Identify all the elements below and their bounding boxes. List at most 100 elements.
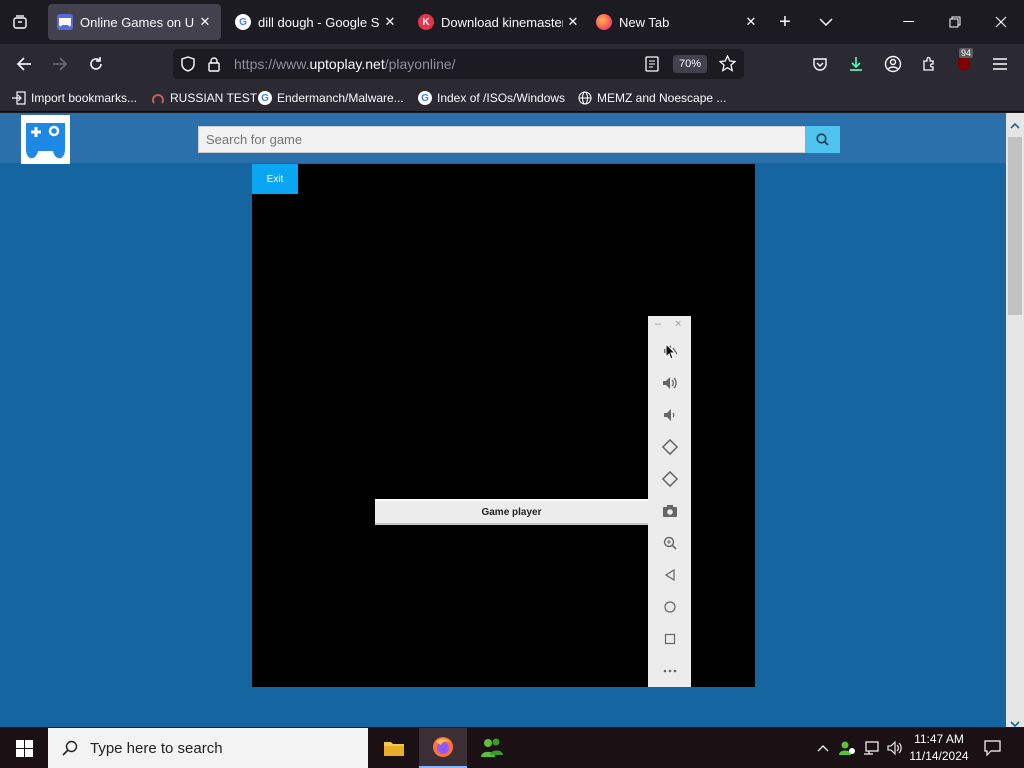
close-window-button[interactable] <box>978 0 1024 44</box>
downloads-icon[interactable] <box>842 50 870 78</box>
tab-title: Download kinemaster <box>441 14 563 30</box>
scroll-up-icon[interactable] <box>1010 116 1020 134</box>
volume-icon[interactable] <box>884 728 906 768</box>
bookmark-endermanch[interactable]: G Endermanch/Malware... <box>258 90 404 106</box>
url-path: /playonline/ <box>384 56 456 72</box>
tab-strip: Online Games on Uptop ✕ G dill dough - G… <box>0 0 1024 44</box>
navigation-toolbar: https://www.uptoplay.net/playonline/ 70%… <box>0 44 1024 84</box>
game-player-frame[interactable]: Exit Game player – × <box>252 164 755 687</box>
taskbar-search-box[interactable]: Type here to search <box>48 728 368 768</box>
bookmarks-toolbar: Import bookmarks... RUSSIAN TEST G Ender… <box>0 84 1024 112</box>
lock-icon[interactable] <box>207 56 221 77</box>
menu-icon[interactable] <box>986 50 1014 78</box>
kinemaster-icon: K <box>418 14 434 30</box>
search-icon <box>62 740 78 756</box>
tab-new-tab[interactable]: New Tab ✕ <box>587 4 767 40</box>
panel-close-button[interactable]: × <box>675 318 681 330</box>
google-icon: G <box>258 91 272 105</box>
bookmark-label: RUSSIAN TEST <box>170 91 258 105</box>
people-tray-icon[interactable] <box>836 728 858 768</box>
bookmark-label: MEMZ and Noescape ... <box>597 91 727 105</box>
close-tab-icon[interactable]: ✕ <box>741 14 761 30</box>
list-tabs-icon[interactable] <box>805 0 847 44</box>
uptoplay-icon <box>57 14 73 30</box>
new-tab-button[interactable]: + <box>764 0 806 44</box>
file-explorer-icon[interactable] <box>370 728 418 768</box>
url-prefix: https://www. <box>234 56 310 72</box>
notifications-icon[interactable] <box>978 728 1006 768</box>
volume-up-icon[interactable] <box>659 372 681 394</box>
network-icon[interactable] <box>860 728 882 768</box>
tab-title: Online Games on Uptop <box>80 14 195 30</box>
windows-taskbar: Type here to search 11:47 AM 11/14/2024 <box>0 728 1024 768</box>
bookmark-import[interactable]: Import bookmarks... <box>12 90 137 106</box>
import-icon <box>12 91 26 105</box>
close-tab-icon[interactable]: ✕ <box>195 14 215 30</box>
page-scrollbar[interactable] <box>1006 113 1024 728</box>
zoom-level-button[interactable]: 70% <box>673 55 707 73</box>
home-icon[interactable] <box>659 596 681 618</box>
bookmark-index-isos[interactable]: G Index of /ISOs/Windows <box>418 90 565 106</box>
close-tab-icon[interactable]: ✕ <box>380 14 400 30</box>
extension-badge: 94 <box>959 48 974 58</box>
bookmark-russian-test[interactable]: RUSSIAN TEST <box>151 90 257 106</box>
tab-kinemaster[interactable]: K Download kinemaster ✕ <box>409 4 589 40</box>
bookmark-star-icon[interactable] <box>718 54 737 77</box>
windows-logo-icon <box>15 739 33 757</box>
site-logo[interactable] <box>21 115 70 164</box>
rotate-left-icon[interactable] <box>659 436 681 458</box>
tab-title: New Tab <box>619 14 670 30</box>
google-icon: G <box>235 14 251 30</box>
search-button[interactable] <box>805 126 840 153</box>
forward-icon[interactable] <box>46 50 74 78</box>
messenger-icon[interactable] <box>468 728 516 768</box>
globe-icon <box>578 91 592 105</box>
game-player-title-bar: Game player <box>375 499 648 525</box>
panel-minimize-button[interactable]: – <box>655 318 661 330</box>
tab-google-search[interactable]: G dill dough - Google Sea ✕ <box>226 4 406 40</box>
game-search-input[interactable] <box>198 126 806 153</box>
more-icon[interactable] <box>659 660 681 682</box>
minimize-window-button[interactable] <box>886 0 932 44</box>
tracking-shield-icon[interactable] <box>180 56 196 77</box>
reader-view-icon[interactable] <box>645 56 659 77</box>
bookmark-label: Index of /ISOs/Windows <box>437 91 566 105</box>
start-button[interactable] <box>0 728 48 768</box>
site-header <box>0 113 1006 164</box>
scrollbar-thumb[interactable] <box>1008 137 1022 315</box>
google-icon: G <box>418 91 432 105</box>
taskbar-search-placeholder: Type here to search <box>90 739 223 757</box>
tab-online-games[interactable]: Online Games on Uptop ✕ <box>48 4 221 40</box>
page-content: Exit Game player – × <box>0 113 1006 727</box>
pocket-icon[interactable] <box>806 50 834 78</box>
bookmark-memz[interactable]: MEMZ and Noescape ... <box>578 90 726 106</box>
extensions-icon[interactable] <box>915 50 943 78</box>
firefox-taskbar-icon[interactable] <box>419 728 467 768</box>
restore-window-button[interactable] <box>932 0 978 44</box>
emulator-side-panel: – × <box>648 316 691 687</box>
url-domain: uptoplay.net <box>309 56 385 72</box>
volume-down-icon[interactable] <box>659 404 681 426</box>
tab-overview-icon[interactable] <box>0 0 40 44</box>
account-icon[interactable] <box>879 50 907 78</box>
zoom-icon[interactable] <box>659 532 681 554</box>
rotate-right-icon[interactable] <box>659 468 681 490</box>
url-text[interactable]: https://www.uptoplay.net/playonline/ <box>234 56 456 72</box>
reload-icon[interactable] <box>82 50 110 78</box>
clock-date: 11/14/2024 <box>909 749 969 763</box>
russian-test-icon <box>151 91 165 105</box>
bookmark-label: Import bookmarks... <box>31 91 138 105</box>
exit-button[interactable]: Exit <box>252 164 298 194</box>
recents-icon[interactable] <box>659 628 681 650</box>
address-bar[interactable]: https://www.uptoplay.net/playonline/ 70% <box>173 49 744 79</box>
back-icon[interactable] <box>10 50 38 78</box>
show-hidden-icons-icon[interactable] <box>813 728 833 768</box>
close-tab-icon[interactable]: ✕ <box>563 14 583 30</box>
mouse-cursor-icon <box>665 342 677 365</box>
ublock-icon[interactable]: 94 <box>950 48 978 78</box>
clock-time: 11:47 AM <box>914 732 964 746</box>
system-clock[interactable]: 11:47 AM 11/14/2024 <box>904 731 974 765</box>
camera-icon[interactable] <box>659 500 681 522</box>
tab-title: dill dough - Google Sea <box>258 14 380 30</box>
back-icon[interactable] <box>659 564 681 586</box>
